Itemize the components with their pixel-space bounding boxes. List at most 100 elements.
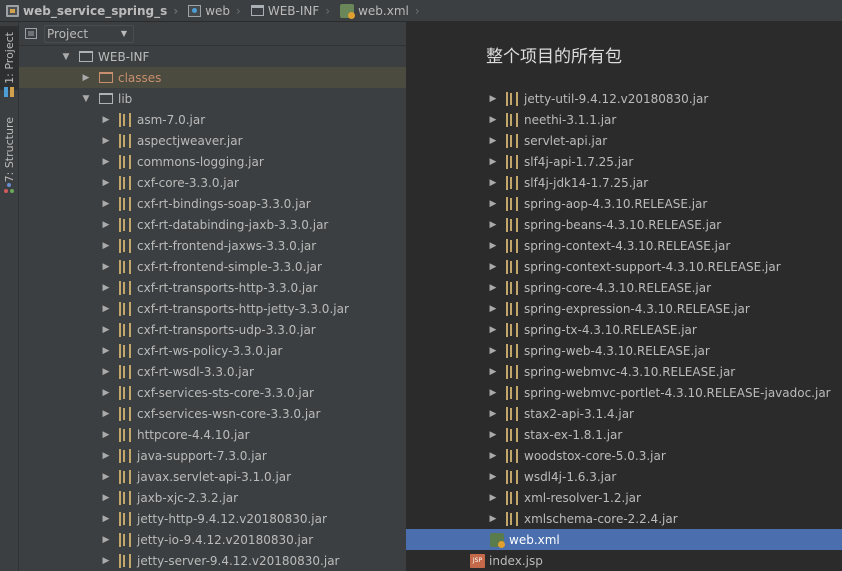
collapsed-arrow-icon[interactable]: ▶: [101, 199, 111, 209]
collapsed-arrow-icon[interactable]: ▶: [488, 409, 498, 419]
collapsed-arrow-icon[interactable]: ▶: [101, 325, 111, 335]
breadcrumb-item-web-xml[interactable]: web.xml ›: [334, 0, 424, 22]
collapsed-arrow-icon[interactable]: ▶: [488, 451, 498, 461]
tree-node-jar[interactable]: ▶ cxf-rt-databinding-jaxb-3.3.0.jar: [19, 214, 406, 235]
tree-node-jar[interactable]: ▶ stax2-api-3.1.4.jar: [488, 403, 634, 424]
tab-project[interactable]: 1: Project: [0, 26, 19, 90]
collapsed-arrow-icon[interactable]: ▶: [101, 451, 111, 461]
breadcrumb-item-project[interactable]: web_service_spring_s ›: [0, 0, 182, 22]
tab-structure[interactable]: 7: Structure: [0, 116, 19, 184]
tree-node-jar[interactable]: ▶ spring-core-4.3.10.RELEASE.jar: [488, 277, 711, 298]
breadcrumb-item-web[interactable]: web ›: [182, 0, 245, 22]
collapsed-arrow-icon[interactable]: ▶: [488, 262, 498, 272]
collapsed-arrow-icon[interactable]: ▶: [488, 472, 498, 482]
tree-node-jar[interactable]: ▶ xml-resolver-1.2.jar: [488, 487, 641, 508]
tree-node-jar[interactable]: ▶ aspectjweaver.jar: [19, 130, 406, 151]
collapsed-arrow-icon[interactable]: ▶: [488, 241, 498, 251]
tree-node-jar[interactable]: ▶ spring-context-support-4.3.10.RELEASE.j…: [488, 256, 781, 277]
collapsed-arrow-icon[interactable]: ▶: [101, 367, 111, 377]
tree-node-jar[interactable]: ▶ spring-context-4.3.10.RELEASE.jar: [488, 235, 730, 256]
collapsed-arrow-icon[interactable]: ▶: [101, 178, 111, 188]
collapsed-arrow-icon[interactable]: ▶: [101, 136, 111, 146]
tree-node-jar[interactable]: ▶ jaxb-xjc-2.3.2.jar: [19, 487, 406, 508]
collapsed-arrow-icon[interactable]: ▶: [488, 157, 498, 167]
collapsed-arrow-icon[interactable]: ▶: [101, 346, 111, 356]
collapsed-arrow-icon[interactable]: ▶: [101, 115, 111, 125]
tree-node-classes[interactable]: ▶ classes: [19, 67, 406, 88]
collapsed-arrow-icon[interactable]: ▶: [488, 304, 498, 314]
collapsed-arrow-icon[interactable]: ▶: [488, 283, 498, 293]
tree-node-web-inf[interactable]: ▼ WEB-INF: [19, 46, 406, 67]
collapsed-arrow-icon[interactable]: ▶: [488, 346, 498, 356]
collapsed-arrow-icon[interactable]: ▶: [101, 220, 111, 230]
collapsed-arrow-icon[interactable]: ▶: [81, 73, 91, 83]
tree-node-jar[interactable]: ▶ spring-webmvc-portlet-4.3.10.RELEASE-ja…: [488, 382, 831, 403]
collapsed-arrow-icon[interactable]: ▶: [101, 472, 111, 482]
tree-node-jar[interactable]: ▶ javax.servlet-api-3.1.0.jar: [19, 466, 406, 487]
collapsed-arrow-icon[interactable]: ▶: [101, 304, 111, 314]
breadcrumb-item-web-inf[interactable]: WEB-INF ›: [245, 0, 334, 22]
collapsed-arrow-icon[interactable]: ▶: [488, 136, 498, 146]
tree-node-jar[interactable]: ▶ wsdl4j-1.6.3.jar: [488, 466, 616, 487]
tree-node-jar[interactable]: ▶ spring-tx-4.3.10.RELEASE.jar: [488, 319, 697, 340]
tree-node-jar[interactable]: ▶ java-support-7.3.0.jar: [19, 445, 406, 466]
collapsed-arrow-icon[interactable]: ▶: [488, 388, 498, 398]
tree-node-jar[interactable]: ▶ neethi-3.1.1.jar: [488, 109, 616, 130]
collapsed-arrow-icon[interactable]: ▶: [101, 556, 111, 566]
collapsed-arrow-icon[interactable]: ▶: [488, 430, 498, 440]
tree-node-jar[interactable]: ▶ jetty-http-9.4.12.v20180830.jar: [19, 508, 406, 529]
collapsed-arrow-icon[interactable]: ▶: [101, 409, 111, 419]
collapsed-arrow-icon[interactable]: ▶: [488, 514, 498, 524]
collapsed-arrow-icon[interactable]: ▶: [101, 157, 111, 167]
tree-node-jar[interactable]: ▶ httpcore-4.4.10.jar: [19, 424, 406, 445]
tree-node-jar[interactable]: ▶ spring-beans-4.3.10.RELEASE.jar: [488, 214, 721, 235]
tree-node-jar[interactable]: ▶ commons-logging.jar: [19, 151, 406, 172]
collapsed-arrow-icon[interactable]: ▶: [488, 493, 498, 503]
collapsed-arrow-icon[interactable]: ▶: [488, 367, 498, 377]
tree-node-jar[interactable]: ▶ cxf-rt-transports-http-3.3.0.jar: [19, 277, 406, 298]
tree-node-jar[interactable]: ▶ cxf-rt-transports-http-jetty-3.3.0.jar: [19, 298, 406, 319]
collapsed-arrow-icon[interactable]: ▶: [488, 325, 498, 335]
tree-node-jar[interactable]: ▶ cxf-rt-transports-udp-3.3.0.jar: [19, 319, 406, 340]
tree-node-jar[interactable]: ▶ spring-aop-4.3.10.RELEASE.jar: [488, 193, 707, 214]
tree-node-web-xml[interactable]: web.xml: [406, 529, 842, 550]
tree-node-jar[interactable]: ▶ cxf-services-sts-core-3.3.0.jar: [19, 382, 406, 403]
tree-node-jar[interactable]: ▶ cxf-rt-frontend-simple-3.3.0.jar: [19, 256, 406, 277]
collapsed-arrow-icon[interactable]: ▶: [101, 241, 111, 251]
expanded-arrow-icon[interactable]: ▼: [61, 52, 71, 62]
collapsed-arrow-icon[interactable]: ▶: [488, 94, 498, 104]
tree-node-jar[interactable]: ▶ cxf-rt-wsdl-3.3.0.jar: [19, 361, 406, 382]
tree-node-jar[interactable]: ▶ jetty-server-9.4.12.v20180830.jar: [19, 550, 406, 571]
collapsed-arrow-icon[interactable]: ▶: [101, 388, 111, 398]
collapsed-arrow-icon[interactable]: ▶: [101, 283, 111, 293]
collapsed-arrow-icon[interactable]: ▶: [488, 115, 498, 125]
collapsed-arrow-icon[interactable]: ▶: [101, 262, 111, 272]
collapsed-arrow-icon[interactable]: ▶: [101, 514, 111, 524]
collapsed-arrow-icon[interactable]: ▶: [488, 178, 498, 188]
tree-node-lib[interactable]: ▼ lib: [19, 88, 406, 109]
tree-node-jar[interactable]: ▶ jetty-util-9.4.12.v20180830.jar: [488, 88, 708, 109]
collapsed-arrow-icon[interactable]: ▶: [101, 430, 111, 440]
tree-node-jar[interactable]: ▶ spring-webmvc-4.3.10.RELEASE.jar: [488, 361, 735, 382]
tree-node-jar[interactable]: ▶ spring-web-4.3.10.RELEASE.jar: [488, 340, 710, 361]
tree-node-jar[interactable]: ▶ xmlschema-core-2.2.4.jar: [488, 508, 678, 529]
collapsed-arrow-icon[interactable]: ▶: [101, 493, 111, 503]
tree-node-jar[interactable]: ▶ slf4j-api-1.7.25.jar: [488, 151, 633, 172]
tree-node-jar[interactable]: ▶ spring-expression-4.3.10.RELEASE.jar: [488, 298, 750, 319]
tree-node-jar[interactable]: ▶ asm-7.0.jar: [19, 109, 406, 130]
collapsed-arrow-icon[interactable]: ▶: [488, 220, 498, 230]
collapsed-arrow-icon[interactable]: ▶: [101, 535, 111, 545]
tree-node-jar[interactable]: ▶ cxf-services-wsn-core-3.3.0.jar: [19, 403, 406, 424]
tree-node-jar[interactable]: ▶ cxf-rt-bindings-soap-3.3.0.jar: [19, 193, 406, 214]
view-selector-dropdown[interactable]: Project ▼: [44, 24, 134, 43]
tree-node-jar[interactable]: ▶ servlet-api.jar: [488, 130, 607, 151]
tree-node-index-jsp[interactable]: JSP index.jsp: [470, 550, 543, 571]
tree-node-jar[interactable]: ▶ stax-ex-1.8.1.jar: [488, 424, 622, 445]
tree-node-jar[interactable]: ▶ cxf-core-3.3.0.jar: [19, 172, 406, 193]
tree-node-jar[interactable]: ▶ slf4j-jdk14-1.7.25.jar: [488, 172, 648, 193]
expanded-arrow-icon[interactable]: ▼: [81, 94, 91, 104]
collapsed-arrow-icon[interactable]: ▶: [488, 199, 498, 209]
tree-node-jar[interactable]: ▶ woodstox-core-5.0.3.jar: [488, 445, 666, 466]
tree-node-jar[interactable]: ▶ jetty-io-9.4.12.v20180830.jar: [19, 529, 406, 550]
tree-node-jar[interactable]: ▶ cxf-rt-ws-policy-3.3.0.jar: [19, 340, 406, 361]
